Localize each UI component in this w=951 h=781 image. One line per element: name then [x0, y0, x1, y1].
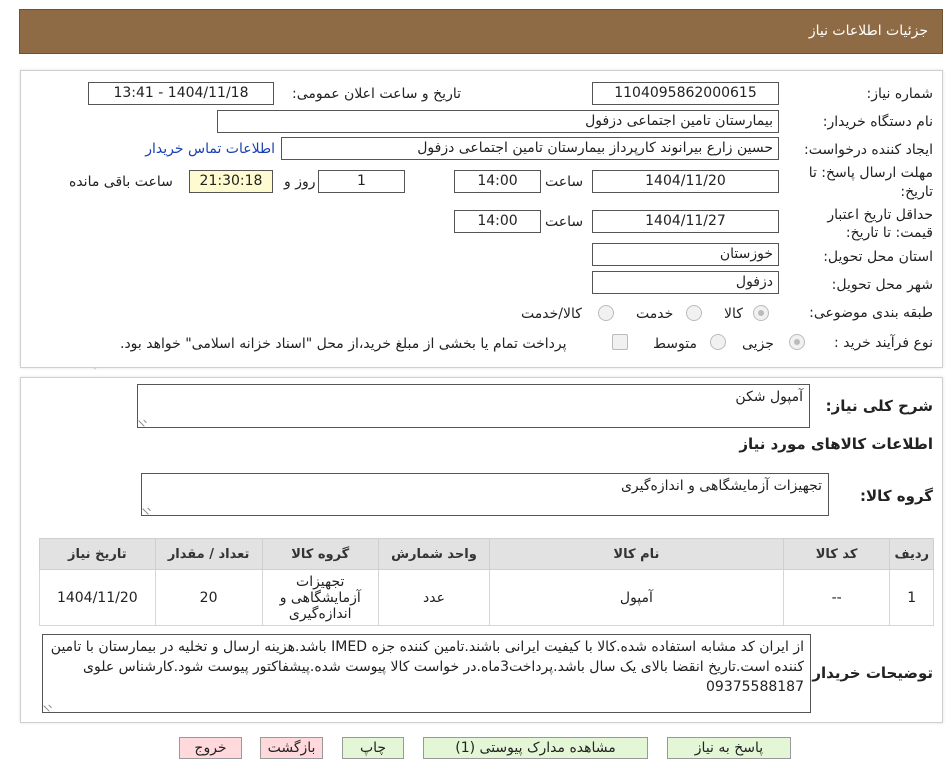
- group-text: تجهیزات آزمایشگاهی و اندازه‌گیری: [620, 478, 822, 494]
- resize-handle-icon: [138, 415, 150, 427]
- buyer-notes-label: توضیحات خریدار:: [806, 664, 933, 682]
- category-goods-radio[interactable]: [753, 305, 769, 321]
- col-qty: تعداد / مقدار: [154, 538, 263, 570]
- validity-label-2: قیمت: تا تاریخ:: [845, 225, 933, 241]
- items-section-title: اطلاعات کالاهای مورد نیاز: [739, 435, 933, 453]
- process-medium-radio[interactable]: [710, 334, 726, 350]
- back-button[interactable]: بازگشت: [260, 737, 323, 759]
- buyer-notes-text: از ایران کد مشابه استفاده شده.کالا با کی…: [50, 639, 804, 695]
- remaining-label: ساعت باقی مانده: [69, 174, 173, 190]
- buyer-org-label: نام دستگاه خریدار:: [822, 114, 933, 130]
- creator-field: حسین زارع بیرانوند کارپرداز بیمارستان تا…: [281, 137, 779, 160]
- cell-qty: 20: [154, 569, 263, 626]
- resize-handle-icon: [142, 503, 154, 515]
- announce-label: تاریخ و ساعت اعلان عمومی:: [292, 86, 461, 102]
- cell-group: تجهیزات آزمایشگاهی و اندازه‌گیری: [261, 569, 379, 626]
- province-field: خوزستان: [592, 243, 779, 266]
- cell-date: 1404/11/20: [39, 569, 156, 626]
- col-unit: واحد شمارش: [377, 538, 491, 570]
- province-label: استان محل تحویل:: [823, 249, 933, 265]
- exit-button[interactable]: خروج: [179, 737, 242, 759]
- city-label: شهر محل تحویل:: [831, 277, 933, 293]
- category-goods-service-radio[interactable]: [598, 305, 614, 321]
- col-name: نام کالا: [489, 538, 784, 570]
- attachments-button[interactable]: مشاهده مدارک پیوستی (1): [423, 737, 648, 759]
- announce-field: 1404/11/18 - 13:41: [88, 82, 274, 105]
- table-row: 1 -- آمپول عدد تجهیزات آزمایشگاهی و اندا…: [39, 569, 934, 626]
- group-textarea[interactable]: تجهیزات آزمایشگاهی و اندازه‌گیری: [141, 473, 829, 516]
- process-label: نوع فرآیند خرید :: [834, 335, 933, 351]
- items-table: ردیف کد کالا نام کالا واحد شمارش گروه کا…: [39, 538, 934, 626]
- creator-label: ایجاد کننده درخواست:: [804, 142, 933, 158]
- cell-code: --: [782, 569, 891, 626]
- category-goods-label: کالا: [724, 306, 743, 322]
- validity-label: حداقل تاریخ اعتبار: [827, 207, 933, 223]
- validity-time-label: ساعت: [545, 214, 584, 230]
- treasury-checkbox[interactable]: [612, 334, 628, 350]
- col-group: گروه کالا: [261, 538, 379, 570]
- summary-text: آمپول شکن: [735, 389, 803, 405]
- summary-label: شرح کلی نیاز:: [825, 397, 933, 415]
- category-service-label: خدمت: [636, 306, 674, 322]
- validity-date-field: 1404/11/27: [592, 210, 779, 233]
- reply-button[interactable]: پاسخ به نیاز: [667, 737, 791, 759]
- days-label: روز و: [284, 174, 316, 190]
- category-label: طبقه بندی موضوعی:: [809, 305, 933, 321]
- col-code: کد کالا: [782, 538, 891, 570]
- need-number-field: 1104095862000615: [592, 82, 779, 105]
- process-minor-label: جزیی: [742, 336, 774, 352]
- buyer-org-field: بیمارستان تامین اجتماعی دزفول: [217, 110, 779, 133]
- page-header: جزئیات اطلاعات نیاز: [19, 9, 943, 54]
- buyer-contact-link[interactable]: اطلاعات تماس خریدار: [145, 141, 275, 157]
- summary-textarea[interactable]: آمپول شکن: [137, 384, 810, 428]
- city-field: دزفول: [592, 271, 779, 294]
- table-header-row: ردیف کد کالا نام کالا واحد شمارش گروه کا…: [39, 538, 934, 570]
- need-number-label: شماره نیاز:: [866, 86, 934, 102]
- deadline-date-field: 1404/11/20: [592, 170, 779, 193]
- category-goods-service-label: کالا/خدمت: [521, 306, 582, 322]
- cell-name: آمپول: [489, 569, 784, 626]
- category-service-radio[interactable]: [686, 305, 702, 321]
- validity-time-field: 14:00: [454, 210, 541, 233]
- days-field: 1: [318, 170, 405, 193]
- buyer-notes-textarea[interactable]: از ایران کد مشابه استفاده شده.کالا با کی…: [42, 634, 811, 713]
- deadline-time-field: 14:00: [454, 170, 541, 193]
- col-date: تاریخ نیاز: [39, 538, 156, 570]
- col-row: ردیف: [889, 538, 934, 570]
- remaining-time-field: 21:30:18: [189, 170, 273, 193]
- page-title: جزئیات اطلاعات نیاز: [808, 23, 928, 39]
- deadline-time-label: ساعت: [545, 174, 584, 190]
- cell-row: 1: [889, 569, 934, 626]
- group-label: گروه کالا:: [860, 487, 933, 505]
- resize-handle-icon: [43, 700, 55, 712]
- process-minor-radio[interactable]: [789, 334, 805, 350]
- cell-unit: عدد: [377, 569, 491, 626]
- process-medium-label: متوسط: [653, 336, 697, 352]
- treasury-note: پرداخت تمام یا بخشی از مبلغ خرید،از محل …: [120, 336, 567, 352]
- print-button[interactable]: چاپ: [342, 737, 404, 759]
- deadline-label: مهلت ارسال پاسخ: تا: [808, 165, 933, 181]
- deadline-label-2: تاریخ:: [900, 184, 933, 200]
